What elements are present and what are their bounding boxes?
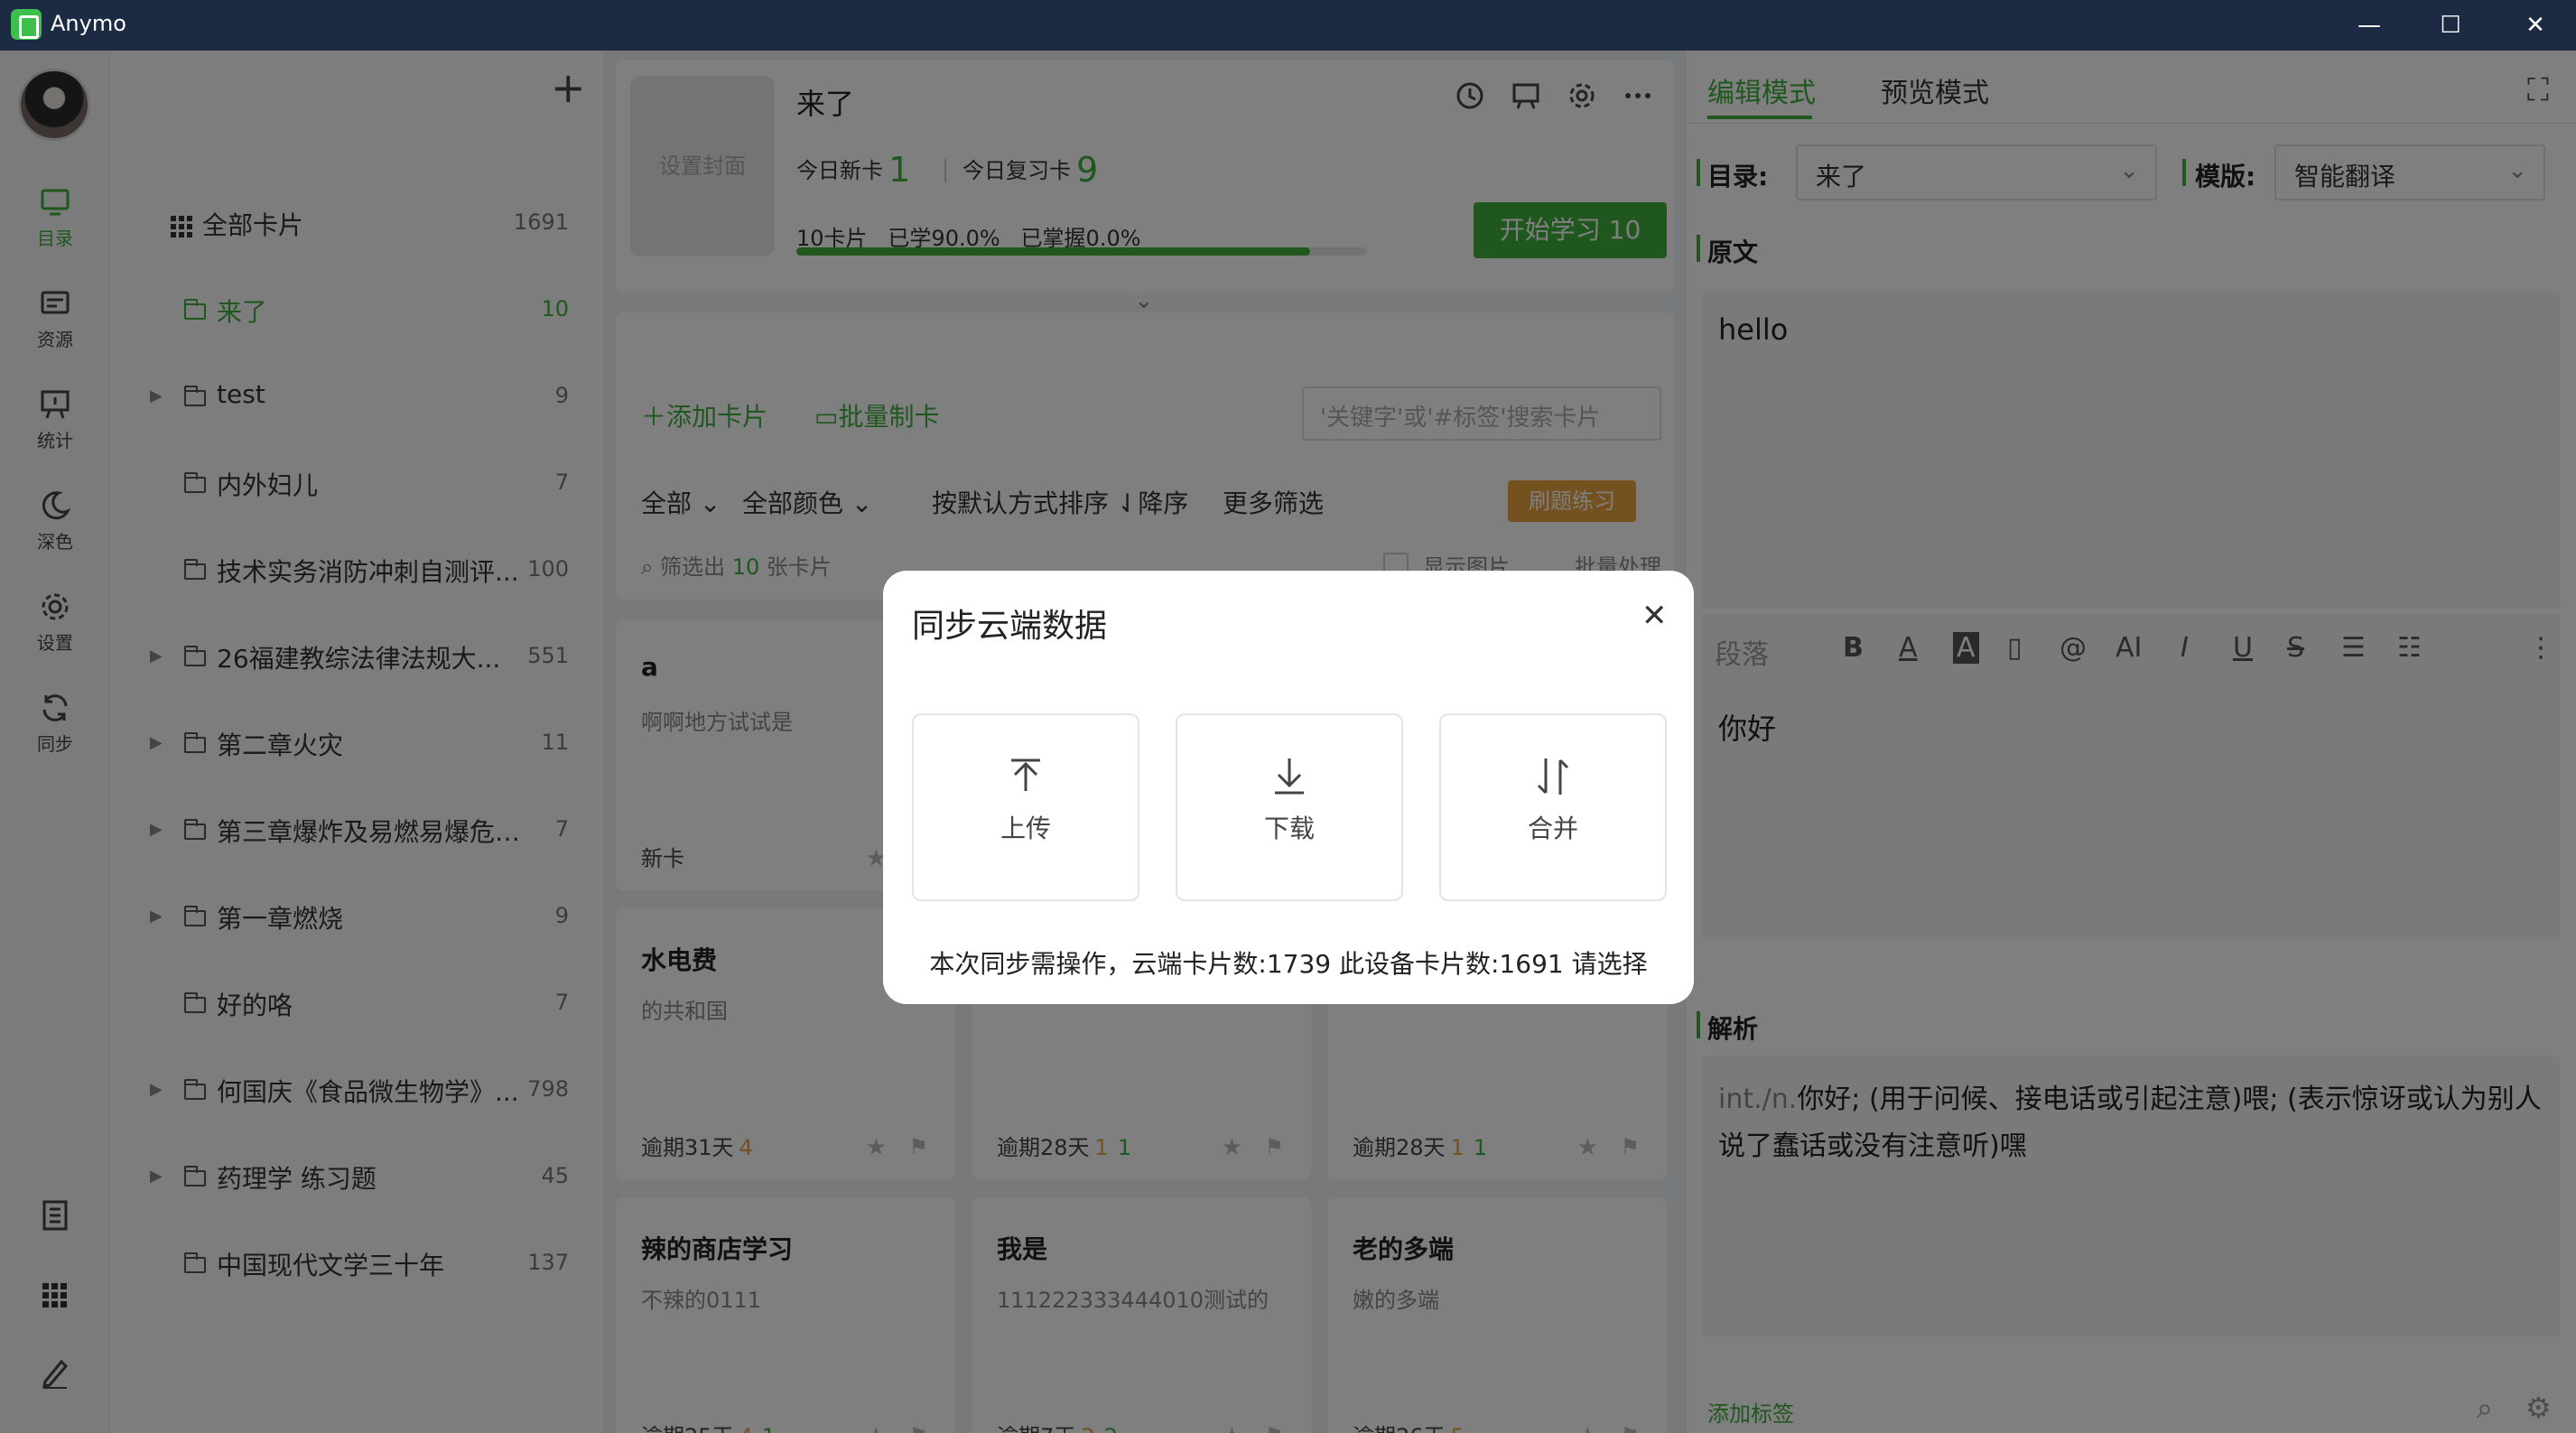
download-icon [1275, 758, 1304, 795]
close-icon[interactable]: ✕ [1641, 598, 1668, 634]
dialog-title: 同步云端数据 [912, 608, 1108, 645]
title-bar: Anymo — ☐ ✕ [0, 0, 2576, 51]
download-button[interactable]: 下载 [1176, 713, 1403, 901]
merge-button[interactable]: 合并 [1439, 713, 1667, 901]
app-title: Anymo [51, 11, 126, 36]
minimize-button[interactable]: — [2328, 0, 2411, 51]
app-logo-icon [11, 9, 42, 40]
sync-message: 本次同步需操作，云端卡片数:1739 此设备卡片数:1691 请选择 [929, 949, 1648, 979]
merge-icon [1537, 758, 1569, 795]
upload-icon [1011, 758, 1040, 791]
upload-button[interactable]: 上传 [912, 713, 1139, 901]
maximize-button[interactable]: ☐ [2409, 0, 2492, 51]
sync-dialog: 同步云端数据 ✕ 上传 下载 合并 本次同步需操作，云端卡片数:1739 此设备… [883, 571, 1694, 1004]
close-window-button[interactable]: ✕ [2494, 0, 2576, 51]
